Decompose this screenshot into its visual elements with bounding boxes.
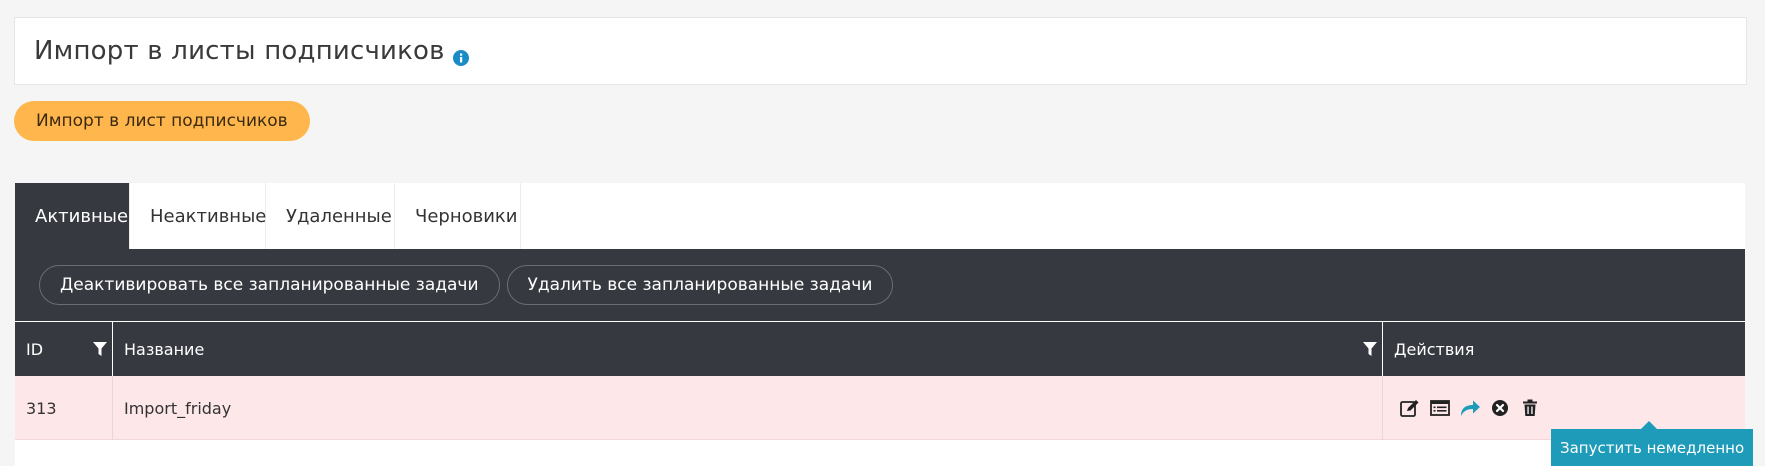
column-header-actions: Действия xyxy=(1383,322,1745,376)
tab-drafts[interactable]: Черновики xyxy=(395,183,521,249)
run-now-icon[interactable] xyxy=(1459,397,1481,419)
page-header: Импорт в листы подписчиков xyxy=(14,17,1747,85)
filter-icon[interactable] xyxy=(1363,342,1377,357)
tooltip-arrow xyxy=(1641,421,1657,429)
tab-active[interactable]: Активные xyxy=(15,183,130,249)
trash-icon[interactable] xyxy=(1519,397,1541,419)
column-header-name[interactable]: Название xyxy=(113,322,1383,376)
column-header-id-label: ID xyxy=(26,339,44,359)
import-to-list-button[interactable]: Импорт в лист подписчиков xyxy=(14,101,310,141)
run-now-tooltip: Запустить немедленно xyxy=(1551,429,1754,466)
column-header-id[interactable]: ID xyxy=(15,322,113,376)
column-header-name-label: Название xyxy=(124,339,205,359)
tab-deleted[interactable]: Удаленные xyxy=(266,183,395,249)
column-header-actions-label: Действия xyxy=(1394,339,1475,359)
table-row[interactable]: 313 Import_friday xyxy=(15,376,1745,440)
page-title: Импорт в листы подписчиков xyxy=(34,36,469,66)
deactivate-all-button[interactable]: Деактивировать все запланированные задач… xyxy=(39,265,500,305)
deactivate-icon[interactable] xyxy=(1489,397,1511,419)
edit-icon[interactable] xyxy=(1399,397,1421,419)
cell-name: Import_friday xyxy=(113,376,1383,440)
filter-icon[interactable] xyxy=(93,342,107,357)
cell-id: 313 xyxy=(15,376,113,440)
page-title-text: Импорт в листы подписчиков xyxy=(34,36,445,66)
tasks-panel: Активные Неактивные Удаленные Черновики … xyxy=(15,183,1745,466)
tab-inactive[interactable]: Неактивные xyxy=(130,183,266,249)
table-header: ID Название Действия xyxy=(15,322,1745,376)
tabs-bar: Активные Неактивные Удаленные Черновики xyxy=(15,183,521,249)
bulk-actions-toolbar: Деактивировать все запланированные задач… xyxy=(15,249,1745,321)
info-icon[interactable] xyxy=(452,43,469,66)
list-details-icon[interactable] xyxy=(1429,397,1451,419)
delete-all-button[interactable]: Удалить все запланированные задачи xyxy=(506,265,894,305)
